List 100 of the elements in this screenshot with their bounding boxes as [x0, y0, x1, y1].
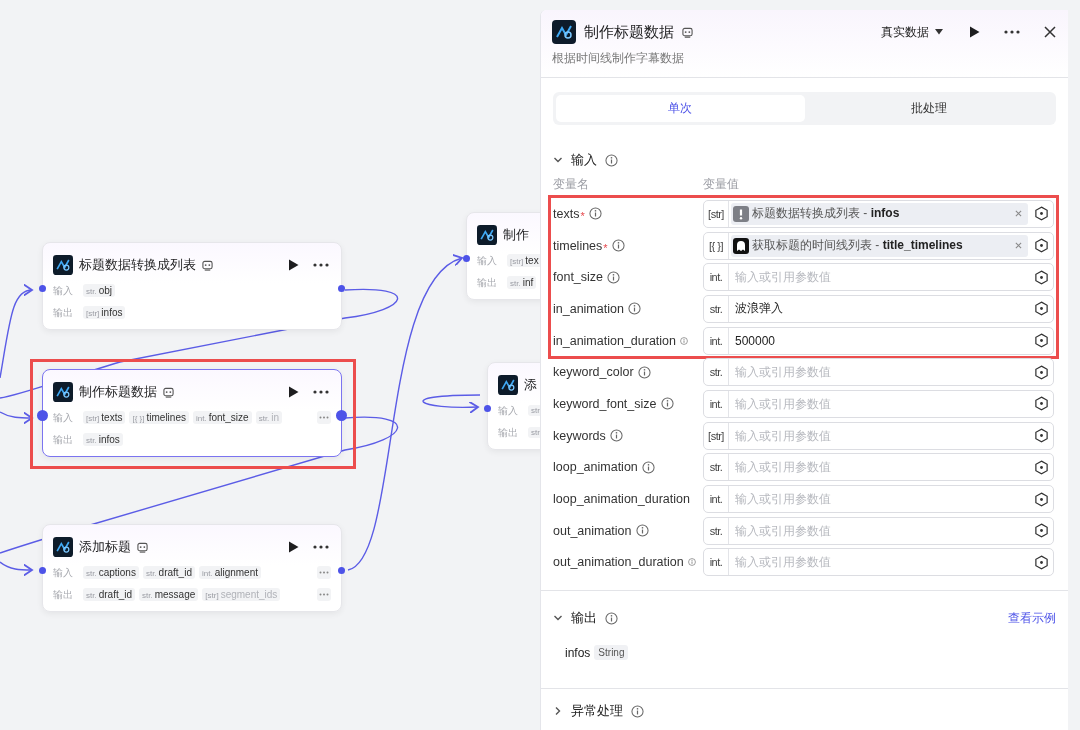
target-icon[interactable] — [1034, 238, 1049, 254]
parameter-tag: [str] infos — [83, 306, 126, 319]
node-card[interactable]: 添加标题 输入 str. captions str. draft_id int. alignment 输出 str. draft_id str. message [str] segment_ids — [42, 524, 342, 612]
value-input[interactable]: 输入或引用参数值 — [729, 270, 1034, 285]
output-label: 输出 — [53, 587, 74, 602]
reference-tag[interactable]: 获取标题的时间线列表 - title_timelines — [731, 234, 1028, 257]
output-port[interactable] — [338, 285, 345, 292]
parameter-field[interactable]: int. 输入或引用参数值 — [703, 548, 1054, 577]
node-card[interactable]: 标题数据转换成列表 输入 str. obj 输出 [str] infos — [42, 242, 342, 330]
node-title: 制作标题数据 — [79, 383, 157, 401]
close-icon[interactable] — [1044, 26, 1056, 38]
info-icon — [605, 611, 618, 625]
parameter-field[interactable]: int. 输入或引用参数值 — [703, 485, 1054, 514]
output-port[interactable] — [336, 410, 347, 421]
parameter-field[interactable]: int. 输入或引用参数值 — [703, 263, 1054, 292]
more-icon[interactable] — [1004, 30, 1020, 34]
parameter-tag: [str] texts — [83, 411, 126, 424]
play-icon[interactable] — [288, 259, 299, 271]
type-label: int. — [704, 327, 729, 354]
parameter-field[interactable]: [{ }] 获取标题的时间线列表 - title_timelines — [703, 231, 1054, 260]
type-label: [str] — [704, 422, 729, 449]
parameter-field[interactable]: str. 输入或引用参数值 — [703, 516, 1054, 545]
input-port[interactable] — [39, 285, 46, 292]
value-input[interactable]: 输入或引用参数值 — [729, 428, 1034, 443]
parameter-name: in_animation — [553, 301, 624, 316]
column-header: 变量值 — [703, 177, 739, 192]
data-source-dropdown[interactable]: 真实数据 — [881, 23, 943, 41]
input-port[interactable] — [484, 405, 491, 412]
play-icon[interactable] — [288, 541, 299, 553]
node-title: 添 — [524, 376, 537, 394]
parameter-name: in_animation_duration — [553, 333, 676, 348]
output-name: infos — [565, 645, 591, 660]
parameter-field[interactable]: str. 输入或引用参数值 — [703, 358, 1054, 387]
target-icon[interactable] — [1034, 459, 1049, 475]
target-icon[interactable] — [1034, 554, 1049, 570]
value-input[interactable]: 输入或引用参数值 — [729, 492, 1034, 507]
type-label: str. — [704, 454, 729, 481]
value-input[interactable]: 500000 — [729, 333, 1034, 348]
node-card[interactable]: 添 输入 str. 输出 str. — [487, 362, 540, 450]
panel-title: 制作标题数据 — [584, 22, 674, 42]
type-label: int. — [704, 486, 729, 513]
more-icon[interactable] — [313, 263, 329, 267]
output-port[interactable] — [338, 567, 345, 574]
reference-tag[interactable]: 标题数据转换成列表 - infos — [731, 202, 1028, 225]
target-icon[interactable] — [1034, 301, 1049, 317]
view-example-link[interactable]: 查看示例 — [1008, 609, 1056, 627]
caret-icon — [935, 29, 943, 35]
mode-tab[interactable]: 批处理 — [804, 95, 1053, 122]
mode-tab[interactable]: 单次 — [556, 95, 805, 122]
parameter-name: font_size — [553, 270, 604, 285]
plugin-icon — [137, 541, 148, 553]
parameter-field[interactable]: int. 输入或引用参数值 — [703, 389, 1054, 418]
play-icon[interactable] — [969, 26, 980, 38]
node-title: 标题数据转换成列表 — [79, 256, 196, 274]
remove-icon[interactable] — [1015, 242, 1022, 250]
node-title: 添加标题 — [79, 538, 131, 556]
parameter-field[interactable]: [str] 输入或引用参数值 — [703, 421, 1054, 450]
parameter-field[interactable]: int. 500000 — [703, 326, 1054, 355]
parameter-field[interactable]: [str] 标题数据转换成列表 - infos — [703, 199, 1054, 228]
parameter-tag: str. obj — [83, 284, 116, 297]
type-label: int. — [704, 549, 729, 576]
target-icon[interactable] — [1034, 523, 1049, 539]
play-icon[interactable] — [288, 386, 299, 398]
target-icon[interactable] — [1034, 333, 1049, 349]
value-input[interactable]: 波浪弹入 — [729, 301, 1034, 316]
more-icon[interactable] — [313, 390, 329, 394]
parameter-field[interactable]: str. 输入或引用参数值 — [703, 453, 1054, 482]
output-type-tag: String — [594, 645, 629, 661]
more-icon — [319, 593, 329, 596]
input-label: 输入 — [53, 410, 74, 425]
chevron-icon[interactable] — [553, 155, 563, 165]
target-icon[interactable] — [1034, 428, 1049, 444]
value-input[interactable]: 输入或引用参数值 — [729, 555, 1034, 570]
app-icon — [477, 225, 497, 245]
target-icon[interactable] — [1034, 364, 1049, 380]
more-icon[interactable] — [313, 545, 329, 549]
more-icon — [319, 571, 329, 574]
output-label: 输出 — [477, 275, 498, 290]
node-card[interactable]: 制作标题数据 输入 [str] texts [{ }] timelines int. font_size str. in 输出 str. infos — [42, 369, 342, 457]
type-label: int. — [704, 390, 729, 417]
node-card[interactable]: 制作 输入 [str] tex 输出 str. inf — [466, 212, 540, 300]
value-input[interactable]: 输入或引用参数值 — [729, 396, 1034, 411]
remove-icon[interactable] — [1015, 210, 1022, 218]
input-port[interactable] — [463, 255, 470, 262]
target-icon[interactable] — [1034, 269, 1049, 285]
target-icon[interactable] — [1034, 491, 1049, 507]
info-icon — [631, 704, 644, 718]
value-input[interactable]: 输入或引用参数值 — [729, 523, 1034, 538]
app-icon — [53, 255, 73, 275]
type-label: str. — [704, 517, 729, 544]
parameter-name: out_animation_duration — [553, 555, 684, 570]
chevron-icon[interactable] — [553, 706, 563, 717]
value-input[interactable]: 输入或引用参数值 — [729, 460, 1034, 475]
target-icon[interactable] — [1034, 396, 1049, 412]
parameter-field[interactable]: str. 波浪弹入 — [703, 294, 1054, 323]
input-port[interactable] — [37, 410, 48, 421]
value-input[interactable]: 输入或引用参数值 — [729, 365, 1034, 380]
target-icon[interactable] — [1034, 206, 1049, 222]
plugin-icon — [163, 386, 174, 398]
input-port[interactable] — [39, 567, 46, 574]
